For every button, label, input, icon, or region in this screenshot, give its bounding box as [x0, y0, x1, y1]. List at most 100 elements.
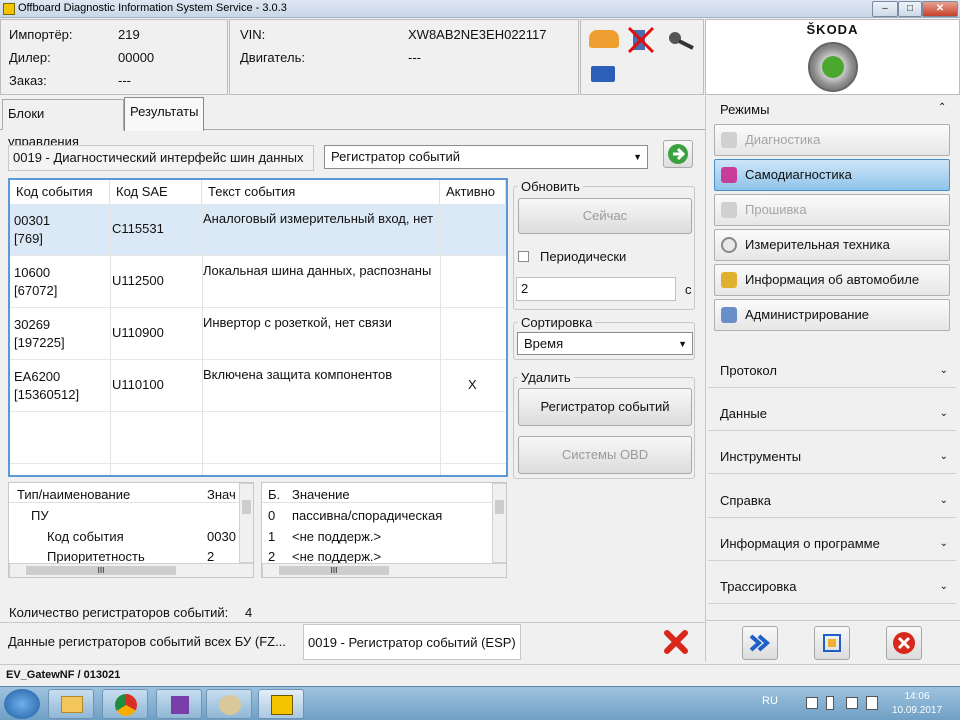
close-tab-icon[interactable] — [662, 628, 690, 656]
bottom-tab-esp[interactable]: 0019 - Регистратор событий (ESP) — [303, 624, 521, 660]
col-sae-code[interactable]: Код SAE — [110, 180, 202, 204]
modes-header[interactable]: Режимы — [708, 97, 956, 123]
bottom-tab-all-ecus[interactable]: Данные регистраторов событий всех БУ (FZ… — [4, 625, 300, 659]
close-window-button[interactable]: ✕ — [922, 1, 958, 17]
event-subcode: [15360512] — [14, 387, 80, 402]
vin-label: VIN: — [240, 27, 266, 42]
engine-value: --- — [408, 50, 421, 65]
chevron-down-icon: ⌄ — [939, 365, 948, 376]
window-title: Offboard Diagnostic Information System S… — [18, 2, 287, 14]
importer-value: 219 — [118, 27, 140, 42]
sort-select[interactable]: Время ▼ — [517, 332, 693, 355]
periodic-checkbox[interactable] — [518, 251, 529, 262]
order-label: Заказ: — [9, 73, 47, 88]
section-about[interactable]: Информация о программе ⌄ — [708, 527, 956, 561]
table-row[interactable]: EA6200 [15360512] U110100 Включена защит… — [10, 360, 506, 412]
events-table[interactable]: Код события Код SAE Текст события Активн… — [8, 178, 508, 477]
clock-time[interactable]: 14:06 — [894, 691, 940, 702]
tab-control-units[interactable]: Блоки управления — [2, 99, 124, 149]
event-subcode: [769] — [14, 231, 43, 246]
mode-flashing[interactable]: Прошивка — [714, 194, 950, 226]
view-select-value: Регистратор событий — [331, 149, 460, 164]
language-indicator[interactable]: RU — [762, 695, 778, 707]
section-tools[interactable]: Инструменты ⌄ — [708, 440, 956, 474]
vs-taskbar-button[interactable] — [156, 689, 202, 719]
battery-icon[interactable] — [826, 696, 834, 710]
table-row[interactable]: 00301 [769] C115531 Аналоговый измерител… — [10, 204, 506, 256]
section-protocol[interactable]: Протокол ⌄ — [708, 354, 956, 388]
sae-code: U110900 — [112, 325, 164, 340]
section-help[interactable]: Справка ⌄ — [708, 484, 956, 518]
delete-event-recorder-button[interactable]: Регистратор событий — [518, 388, 692, 426]
chrome-icon — [115, 694, 137, 716]
list-item-index: 2 — [268, 549, 276, 564]
tab-results[interactable]: Результаты — [124, 97, 204, 131]
section-label: Инструменты — [720, 449, 802, 464]
col-event-text[interactable]: Текст события — [202, 180, 440, 204]
list-item: пассивна/спорадическая — [292, 508, 443, 523]
mode-diagnostics[interactable]: Диагностика — [714, 124, 950, 156]
col-type-name[interactable]: Тип/наименование — [17, 487, 130, 502]
section-tracing[interactable]: Трассировка ⌄ — [708, 570, 956, 604]
chevron-down-icon: ▼ — [633, 152, 642, 162]
event-text: Включена защита компонентов — [203, 367, 393, 382]
exit-button[interactable] — [886, 626, 922, 660]
explorer-taskbar-button[interactable] — [48, 689, 94, 719]
column-divider — [202, 204, 203, 475]
paint-icon — [219, 695, 241, 715]
col-value[interactable]: Значение — [292, 487, 350, 502]
vertical-scrollbar[interactable] — [492, 483, 506, 563]
tree-node-ecu[interactable]: ПУ — [31, 508, 49, 523]
flag-icon[interactable] — [846, 697, 858, 709]
chrome-taskbar-button[interactable] — [102, 689, 148, 719]
maximize-button[interactable]: □ — [898, 1, 922, 17]
books-icon — [721, 272, 737, 288]
horizontal-scrollbar[interactable]: III — [9, 563, 253, 577]
detail-properties-list[interactable]: Тип/наименование Знач ПУ Код события 003… — [8, 482, 254, 578]
start-button[interactable] — [4, 689, 40, 719]
volume-icon[interactable] — [866, 696, 878, 710]
col-event-code[interactable]: Код события — [10, 180, 110, 204]
col-value[interactable]: Знач — [207, 487, 236, 502]
vertical-scrollbar[interactable] — [239, 483, 253, 563]
minimize-button[interactable]: – — [872, 1, 898, 17]
delete-obd-button[interactable]: Системы OBD — [518, 436, 692, 474]
paint-taskbar-button[interactable] — [206, 689, 252, 719]
ecu-field: 0019 - Диагностический интерфейс шин дан… — [8, 145, 314, 171]
importer-label: Импортёр: — [9, 27, 73, 42]
refresh-now-button[interactable]: Сейчас — [518, 198, 692, 234]
list-item-index: 1 — [268, 529, 276, 544]
event-subcode: [67072] — [14, 283, 58, 298]
mode-vehicle-info[interactable]: Информация об автомобиле — [714, 264, 950, 296]
col-active[interactable]: Активно — [440, 180, 506, 204]
forward-button[interactable] — [742, 626, 778, 660]
vin-value: XW8AB2NE3EH022117 — [408, 27, 547, 42]
clock-date[interactable]: 10.09.2017 — [888, 705, 946, 716]
scroll-thumb[interactable]: III — [26, 566, 176, 575]
list-item: <не поддерж.> — [292, 549, 382, 564]
interval-unit: с — [685, 282, 692, 297]
table-row[interactable]: 10600 [67072] U112500 Локальная шина дан… — [10, 256, 506, 308]
chevron-down-icon: ⌄ — [939, 408, 948, 419]
col-bit[interactable]: Б. — [268, 487, 280, 502]
network-icon[interactable] — [806, 697, 818, 709]
section-data[interactable]: Данные ⌄ — [708, 397, 956, 431]
table-row[interactable]: 30269 [197225] U110900 Инвертор с розетк… — [10, 308, 506, 360]
self-diagnostics-icon — [721, 167, 737, 183]
detail-values-list[interactable]: Б. Значение 0 пассивна/спорадическая 1 <… — [261, 482, 507, 578]
interval-input[interactable]: 2 — [516, 277, 676, 301]
mode-administration[interactable]: Администрирование — [714, 299, 950, 331]
chevron-up-icon[interactable]: ⌃ — [938, 102, 946, 113]
fit-screen-button[interactable] — [814, 626, 850, 660]
sae-code: U110100 — [112, 377, 164, 392]
recorder-count-value: 4 — [245, 605, 253, 620]
odis-taskbar-button[interactable] — [258, 689, 304, 719]
mode-label: Прошивка — [745, 202, 807, 217]
view-select[interactable]: Регистратор событий ▼ — [324, 145, 648, 169]
go-button[interactable] — [663, 140, 693, 168]
scroll-thumb[interactable]: III — [279, 566, 389, 575]
mode-measurement[interactable]: Измерительная техника — [714, 229, 950, 261]
chevron-down-icon: ▼ — [678, 339, 687, 349]
mode-self-diagnostics[interactable]: Самодиагностика — [714, 159, 950, 191]
horizontal-scrollbar[interactable]: III — [262, 563, 506, 577]
